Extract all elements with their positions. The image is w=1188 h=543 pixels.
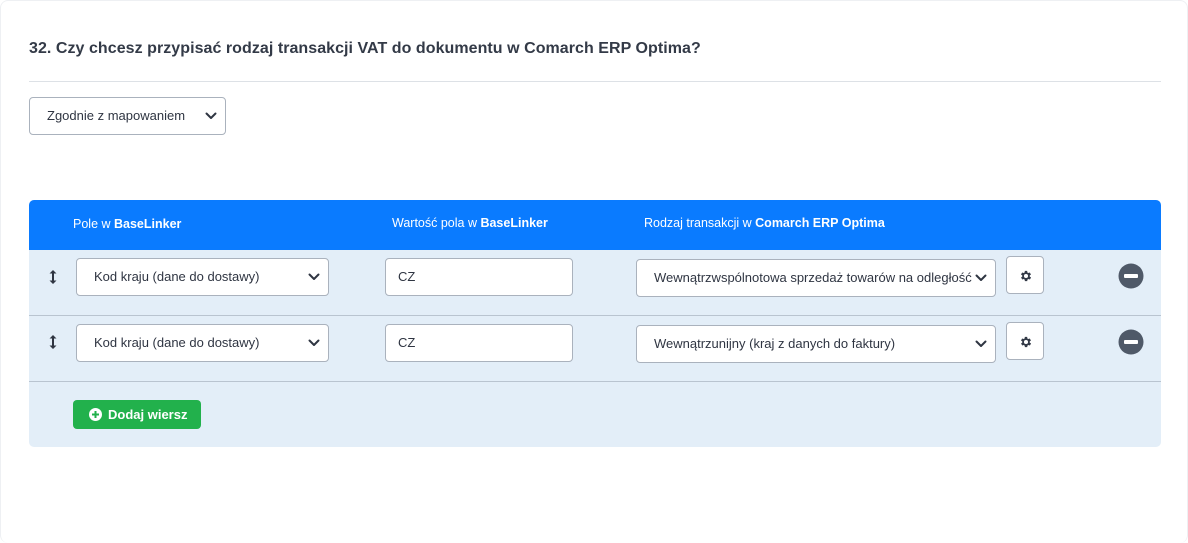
- drag-vertical-arrows-icon[interactable]: [48, 334, 58, 350]
- field-value-input[interactable]: CZ: [385, 258, 573, 296]
- transaction-type-select-value: Wewnątrzunijny (kraj z danych do faktury…: [654, 336, 896, 351]
- field-value-input[interactable]: CZ: [385, 324, 573, 362]
- row-divider: [29, 315, 1161, 316]
- row-divider: [29, 381, 1161, 382]
- plus-circle-icon: [89, 408, 102, 421]
- chevron-down-icon: [975, 340, 987, 347]
- drag-vertical-arrows-icon[interactable]: [48, 269, 58, 285]
- header-value: Wartość pola w BaseLinker: [392, 216, 548, 230]
- chevron-down-icon: [974, 274, 988, 282]
- transaction-type-select-value: Wewnątrzwspólnotowa sprzedaż towarów na …: [654, 270, 972, 285]
- gear-icon: [1020, 270, 1032, 282]
- minus-circle-icon[interactable]: [1118, 329, 1144, 355]
- mapping-mode-select[interactable]: Zgodnie z mapowaniem: [29, 97, 226, 135]
- minus-circle-icon[interactable]: [1118, 263, 1144, 289]
- field-select[interactable]: Kod kraju (dane do dostawy): [76, 324, 329, 362]
- transaction-type-select[interactable]: Wewnątrzwspólnotowa sprzedaż towarów na …: [636, 259, 996, 297]
- table-header: Pole w BaseLinker Wartość pola w BaseLin…: [29, 200, 1161, 250]
- add-row-label: Dodaj wiersz: [108, 407, 188, 422]
- header-field: Pole w BaseLinker: [73, 217, 182, 231]
- field-select[interactable]: Kod kraju (dane do dostawy): [76, 258, 329, 296]
- field-select-value: Kod kraju (dane do dostawy): [94, 335, 260, 350]
- header-transaction: Rodzaj transakcji w Comarch ERP Optima: [644, 216, 885, 230]
- transaction-type-select[interactable]: Wewnątrzunijny (kraj z danych do faktury…: [636, 325, 996, 363]
- mapping-mode-select-value: Zgodnie z mapowaniem: [47, 108, 186, 123]
- chevron-down-icon: [308, 339, 320, 346]
- question-title: 32. Czy chcesz przypisać rodzaj transakc…: [29, 40, 701, 57]
- chevron-down-icon: [308, 273, 320, 280]
- gear-icon: [1020, 336, 1032, 348]
- chevron-down-icon: [205, 112, 217, 119]
- mapping-table: Pole w BaseLinker Wartość pola w BaseLin…: [29, 200, 1161, 447]
- page: 32. Czy chcesz przypisać rodzaj transakc…: [0, 0, 1188, 543]
- settings-button[interactable]: [1006, 256, 1044, 294]
- add-row-button[interactable]: Dodaj wiersz: [73, 400, 201, 429]
- divider: [29, 81, 1161, 82]
- settings-button[interactable]: [1006, 322, 1044, 360]
- field-select-value: Kod kraju (dane do dostawy): [94, 269, 260, 284]
